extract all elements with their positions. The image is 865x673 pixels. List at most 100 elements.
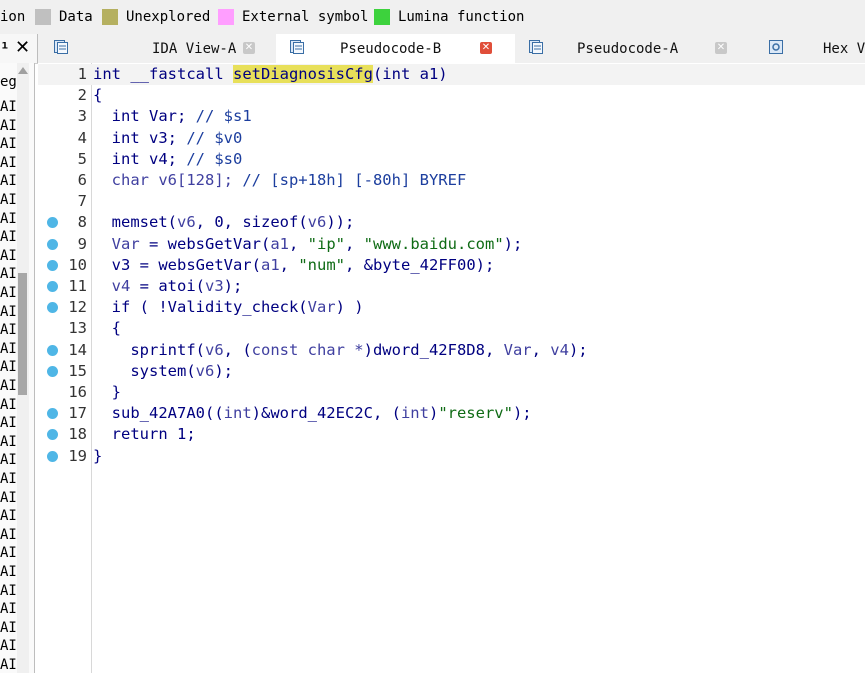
function-list-item[interactable]: AI — [0, 656, 17, 673]
code-token: , &byte_42FF00); — [345, 255, 495, 274]
code-token: = websGetVar( — [139, 234, 271, 253]
code-line[interactable]: 9 Var = websGetVar(a1, "ip", "www.baidu.… — [38, 234, 865, 255]
tab-pseudocode-a[interactable]: Pseudocode-A ✕ — [515, 34, 755, 63]
function-list-item[interactable]: AI — [0, 358, 17, 376]
disassembly-view-icon — [54, 40, 68, 54]
function-list-item[interactable]: AI — [0, 135, 17, 153]
line-number: 18 — [68, 425, 87, 444]
function-list-item[interactable]: AI — [0, 172, 17, 190]
code-token: const char * — [251, 340, 364, 359]
breakpoint-marker-icon[interactable] — [47, 238, 58, 250]
code-line[interactable]: 2{ — [38, 85, 865, 106]
function-list-item[interactable]: AI — [0, 600, 17, 618]
code-line[interactable]: 12 if ( !Validity_check(Var) ) — [38, 297, 865, 318]
function-list-item[interactable]: AI — [0, 582, 17, 600]
function-list-item[interactable]: AI — [0, 265, 17, 283]
legend-label: External symbol — [242, 9, 369, 25]
function-list-item[interactable]: AI — [0, 433, 17, 451]
breakpoint-marker-icon[interactable] — [47, 365, 58, 377]
code-text: memset(v6, 0, sizeof(v6)); — [93, 212, 355, 233]
code-line[interactable]: 17 sub_42A7A0((int)&word_42EC2C, (int)"r… — [38, 403, 865, 424]
function-list-item[interactable]: AI — [0, 563, 17, 581]
tab-close-icon[interactable]: ✕ — [480, 42, 492, 54]
code-line[interactable]: 19} — [38, 446, 865, 467]
function-list-item[interactable]: AI — [0, 396, 17, 414]
function-list-item[interactable]: AI — [0, 117, 17, 135]
function-list-item[interactable]: AI — [0, 507, 17, 525]
code-token: v3 — [204, 277, 224, 295]
breakpoint-marker-icon[interactable] — [47, 450, 58, 462]
breakpoint-marker-icon[interactable] — [47, 281, 58, 292]
function-list-item[interactable]: AI — [0, 98, 17, 116]
function-list-item[interactable]: AI — [0, 544, 17, 562]
pseudocode-editor[interactable]: 1 int __fastcall setDiagnosisCfg(int a1) 2… — [38, 63, 865, 673]
close-panel-icon[interactable]: ✕ — [15, 37, 30, 58]
code-line[interactable]: 1 int __fastcall setDiagnosisCfg(int a1) — [38, 64, 865, 85]
function-list-item[interactable]: AI — [0, 377, 17, 395]
function-list-item[interactable]: AI — [0, 619, 17, 637]
breakpoint-marker-icon[interactable] — [47, 408, 58, 420]
function-list-item[interactable]: AI — [0, 284, 17, 302]
function-list-item[interactable]: AI — [0, 637, 17, 655]
code-line[interactable]: 15 system(v6); — [38, 361, 865, 382]
function-list-item[interactable]: AI — [0, 470, 17, 488]
code-line[interactable]: 8 memset(v6, 0, sizeof(v6)); — [38, 212, 865, 233]
breakpoint-marker-icon[interactable] — [47, 302, 58, 314]
legend-swatch — [102, 9, 118, 25]
line-number: 10 — [68, 255, 87, 274]
legend-swatch — [374, 9, 390, 25]
line-number: 13 — [68, 319, 87, 338]
function-list-item[interactable]: AI — [0, 489, 17, 507]
code-line[interactable]: 4 int v3; // $v0 — [38, 128, 865, 149]
scroll-up-icon[interactable] — [18, 67, 28, 74]
code-token: __fastcall — [130, 65, 233, 83]
tab-label: Pseudocode-A — [577, 41, 679, 57]
code-line[interactable]: 3 int Var; // $s1 — [38, 106, 865, 127]
function-list-item[interactable]: AI — [0, 228, 17, 246]
code-token: Var — [93, 234, 140, 253]
code-text: sub_42A7A0((int)&word_42EC2C, (int)"rese… — [93, 403, 532, 424]
line-number: 16 — [68, 383, 87, 401]
breakpoint-marker-icon[interactable] — [47, 429, 58, 441]
functions-scrollbar[interactable] — [17, 63, 29, 673]
code-token: "num" — [298, 255, 345, 274]
tab-ida-view-a[interactable]: IDA View-A ✕ — [40, 34, 276, 63]
code-token: , — [531, 340, 551, 359]
function-list-item[interactable]: AI — [0, 247, 17, 265]
tab-pseudocode-b[interactable]: Pseudocode-B ✕ — [276, 34, 515, 63]
tab-hex-v[interactable]: Hex V — [755, 34, 865, 63]
code-line[interactable]: 7 — [38, 191, 865, 212]
code-line[interactable]: 10 v3 = websGetVar(a1, "num", &byte_42FF… — [38, 255, 865, 276]
tab-label: Hex V — [823, 41, 865, 57]
code-token: // $s0 — [186, 149, 243, 168]
function-list-item[interactable]: AI — [0, 526, 17, 544]
code-line[interactable]: 16 } — [38, 382, 865, 403]
line-number: 4 — [77, 128, 87, 147]
code-line[interactable]: 13 { — [38, 318, 865, 339]
function-list-item[interactable]: AI — [0, 340, 17, 358]
code-token: , — [279, 255, 299, 274]
scroll-thumb[interactable] — [18, 273, 27, 395]
function-list-item[interactable]: AI — [0, 154, 17, 172]
breakpoint-marker-icon[interactable] — [47, 259, 58, 271]
code-line[interactable]: 11 v4 = atoi(v3); — [38, 276, 865, 297]
function-list-item[interactable]: AI — [0, 451, 17, 469]
code-token: v6 — [195, 361, 215, 380]
function-list-item[interactable]: AI — [0, 191, 17, 209]
breakpoint-marker-icon[interactable] — [47, 344, 58, 356]
breakpoint-marker-icon[interactable] — [47, 217, 58, 229]
code-line[interactable]: 18 return 1; — [38, 424, 865, 445]
function-list-item[interactable]: eg — [0, 73, 17, 91]
function-list-item[interactable]: AI — [0, 321, 17, 339]
tab-close-icon[interactable]: ✕ — [243, 42, 255, 54]
code-line[interactable]: 6 char v6[128]; // [sp+18h] [-80h] BYREF — [38, 170, 865, 191]
pin-icon[interactable]: ¹ — [0, 39, 10, 58]
function-list-item[interactable]: AI — [0, 210, 17, 228]
pseudocode-icon — [290, 40, 304, 54]
tab-close-icon[interactable]: ✕ — [715, 42, 727, 54]
function-list-item[interactable]: AI — [0, 414, 17, 432]
code-line[interactable]: 5 int v4; // $s0 — [38, 149, 865, 170]
code-token: ) ) — [335, 298, 364, 317]
code-line[interactable]: 14 sprintf(v6, (const char *)dword_42F8D… — [38, 340, 865, 361]
function-list-item[interactable]: AI — [0, 303, 17, 321]
